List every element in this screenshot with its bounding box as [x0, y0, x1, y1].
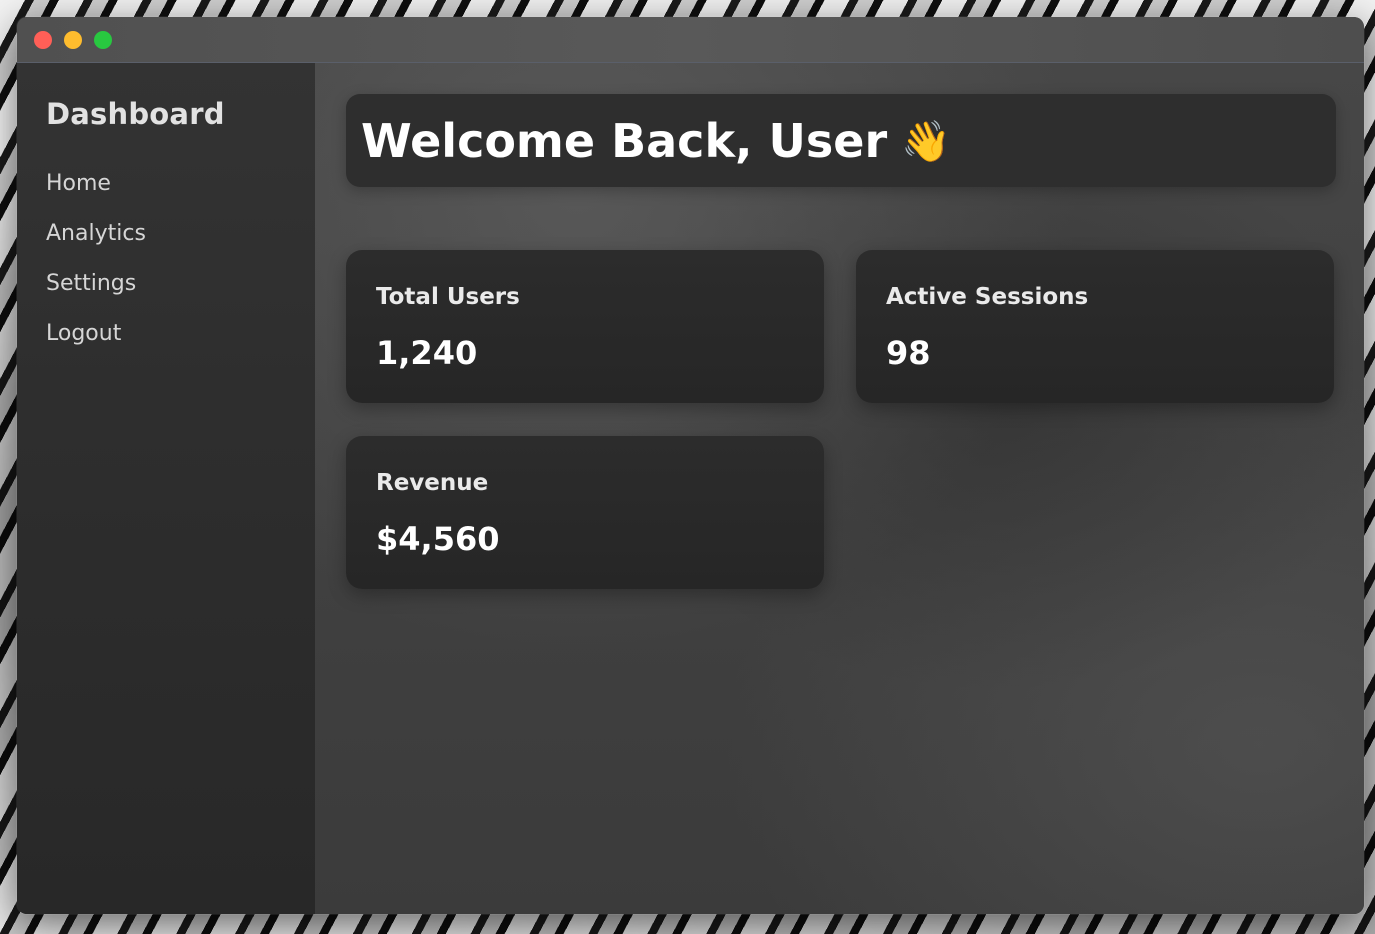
welcome-banner: Welcome Back, User 👋 [346, 94, 1336, 187]
app-window: Dashboard Home Analytics Settings Logout… [17, 17, 1364, 914]
waving-hand-icon: 👋 [901, 119, 951, 165]
sidebar-item-analytics[interactable]: Analytics [46, 221, 146, 246]
sidebar-item-settings[interactable]: Settings [46, 271, 136, 296]
stat-card-total-users: Total Users 1,240 [346, 250, 824, 403]
welcome-heading: Welcome Back, User 👋 [361, 114, 951, 168]
sidebar-item-logout[interactable]: Logout [46, 321, 121, 346]
stat-card-value: 98 [886, 334, 931, 372]
stat-card-label: Revenue [376, 470, 489, 496]
minimize-window-button[interactable] [64, 31, 82, 49]
window-titlebar[interactable] [17, 17, 1364, 63]
stat-card-active-sessions: Active Sessions 98 [856, 250, 1334, 403]
stat-card-label: Active Sessions [886, 284, 1089, 310]
sidebar: Dashboard Home Analytics Settings Logout [17, 63, 315, 914]
stat-card-label: Total Users [376, 284, 520, 310]
main-content: Welcome Back, User 👋 Total Users 1,240 Ac… [315, 63, 1364, 914]
maximize-window-button[interactable] [94, 31, 112, 49]
sidebar-title: Dashboard [46, 97, 225, 131]
stat-card-revenue: Revenue $4,560 [346, 436, 824, 589]
stat-card-value: 1,240 [376, 334, 478, 372]
stat-card-value: $4,560 [376, 520, 500, 558]
close-window-button[interactable] [34, 31, 52, 49]
welcome-text: Welcome Back, User [361, 114, 888, 168]
sidebar-item-home[interactable]: Home [46, 171, 111, 196]
